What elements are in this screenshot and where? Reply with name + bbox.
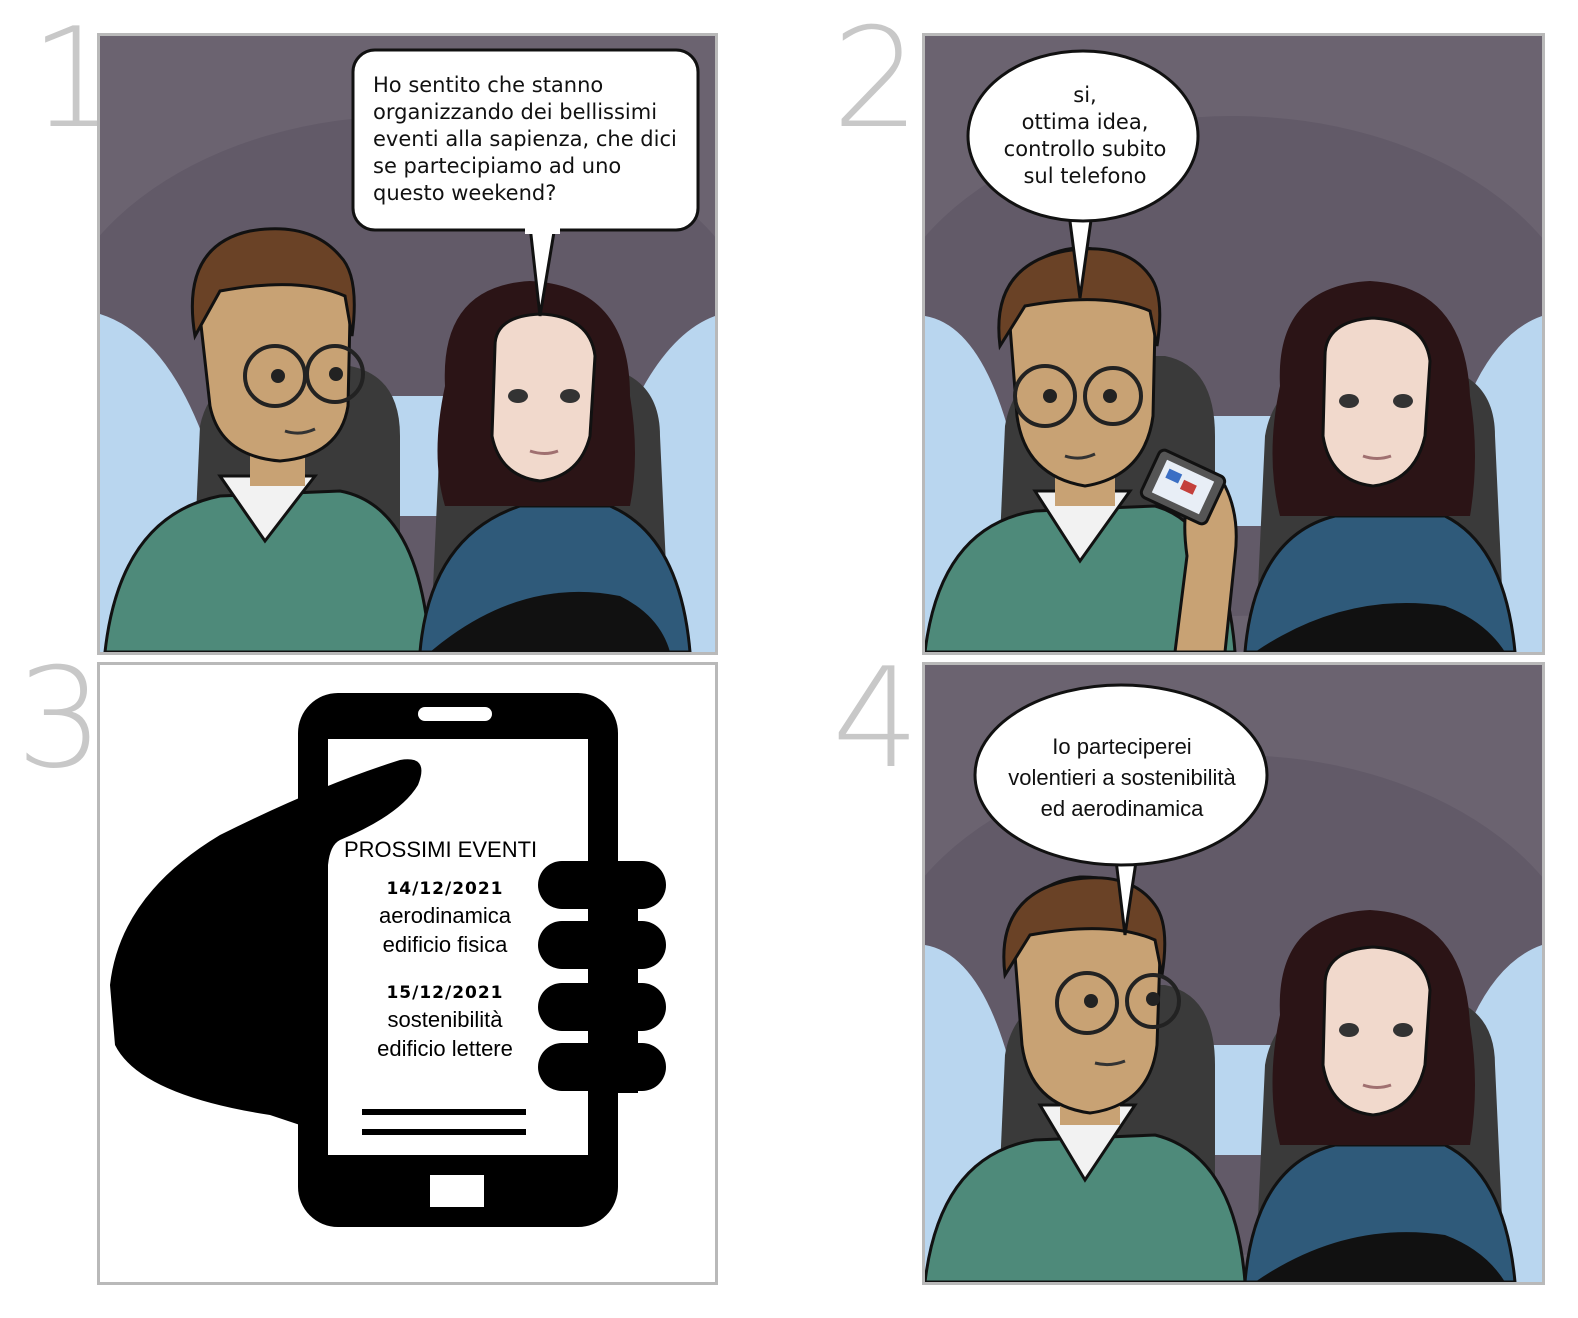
event-date: 14/12/2021 [386,879,504,899]
speech-bubble-2: si, ottima idea, controllo subito sul te… [985,82,1185,190]
event-place: edificio lettere [377,1036,513,1061]
event-place: edificio fisica [382,932,508,957]
panel-2: si, ottima idea, controllo subito sul te… [922,33,1545,655]
event-name: sostenibilità [387,1007,503,1032]
bubble-line: volentieri a sostenibilità [1008,765,1236,790]
event-date: 15/12/2021 [386,983,504,1003]
panel-number-3: 3 [16,638,104,799]
speech-bubble-4: Io parteciperei volentieri a sostenibili… [980,731,1264,824]
speech-bubble-1: Ho sentito che stanno organizzando dei b… [373,73,677,205]
panel-3: PROSSIMI EVENTI 14/12/2021 aerodinamica … [97,662,718,1285]
bubble-line: si, [1073,83,1097,107]
panel-1: Ho sentito che stanno organizzando dei b… [97,33,718,655]
bubble-line: controllo subito [1003,137,1167,161]
bubble-line: ottima idea, [1021,110,1149,134]
event-2: 15/12/2021 sostenibilità edificio letter… [340,983,550,1062]
event-1: 14/12/2021 aerodinamica edificio fisica [340,879,550,958]
bubble-line: Io parteciperei [1052,734,1192,759]
event-name: aerodinamica [378,903,512,928]
bubble-line: ed aerodinamica [1040,796,1204,821]
events-title: PROSSIMI EVENTI [344,837,538,862]
panel-number-2: 2 [832,0,920,159]
panel-number-4: 4 [832,638,920,799]
bubble-line: sul telefono [1023,164,1147,188]
panel-4: Io parteciperei volentieri a sostenibili… [922,662,1545,1285]
phone-in-hand-illustration [110,693,666,1227]
